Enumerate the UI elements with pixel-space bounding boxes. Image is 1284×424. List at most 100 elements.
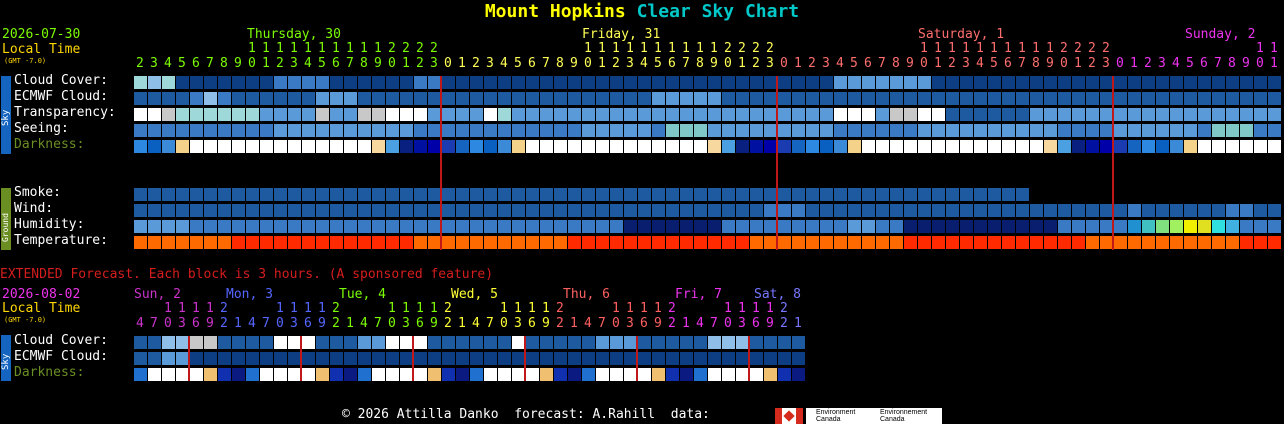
humidity-cell[interactable]: [400, 220, 413, 233]
humidity-cell[interactable]: [1240, 220, 1253, 233]
ecmwf-cloud-cell[interactable]: [988, 92, 1001, 105]
darkness-cell[interactable]: [610, 140, 623, 153]
darkness-cell[interactable]: [722, 140, 735, 153]
wind-cell[interactable]: [862, 204, 875, 217]
temperature-cell[interactable]: [372, 236, 385, 249]
cloud-cover-cell[interactable]: [904, 76, 917, 89]
cloud-cover-cell[interactable]: [1268, 76, 1281, 89]
darkness-cell[interactable]: [1016, 140, 1029, 153]
extended-cloud-cover-cell[interactable]: [442, 336, 455, 349]
smoke-cell[interactable]: [316, 188, 329, 201]
extended-ecmwf-cloud-cell[interactable]: [204, 352, 217, 365]
humidity-cell[interactable]: [1198, 220, 1211, 233]
smoke-cell[interactable]: [568, 188, 581, 201]
transparency-cell[interactable]: [484, 108, 497, 121]
seeing-cell[interactable]: [666, 124, 679, 137]
humidity-cell[interactable]: [1030, 220, 1043, 233]
seeing-cell[interactable]: [1128, 124, 1141, 137]
extended-darkness-cell[interactable]: [386, 368, 399, 381]
ecmwf-cloud-cell[interactable]: [1156, 92, 1169, 105]
cloud-cover-cell[interactable]: [470, 76, 483, 89]
transparency-cell[interactable]: [1002, 108, 1015, 121]
humidity-cell[interactable]: [1058, 220, 1071, 233]
humidity-cell[interactable]: [540, 220, 553, 233]
extended-cloud-cover-cell[interactable]: [750, 336, 763, 349]
temperature-cell[interactable]: [344, 236, 357, 249]
seeing-cell[interactable]: [176, 124, 189, 137]
seeing-cell[interactable]: [1142, 124, 1155, 137]
temperature-cell[interactable]: [246, 236, 259, 249]
ecmwf-cloud-cell[interactable]: [232, 92, 245, 105]
cloud-cover-cell[interactable]: [1058, 76, 1071, 89]
cloud-cover-cell[interactable]: [330, 76, 343, 89]
transparency-cell[interactable]: [1044, 108, 1057, 121]
humidity-cell[interactable]: [302, 220, 315, 233]
ecmwf-cloud-cell[interactable]: [652, 92, 665, 105]
humidity-cell[interactable]: [134, 220, 147, 233]
darkness-cell[interactable]: [316, 140, 329, 153]
extended-ecmwf-cloud-cell[interactable]: [386, 352, 399, 365]
extended-darkness-cell[interactable]: [568, 368, 581, 381]
transparency-cell[interactable]: [414, 108, 427, 121]
humidity-cell[interactable]: [1142, 220, 1155, 233]
extended-cloud-cover-cell[interactable]: [414, 336, 427, 349]
seeing-cell[interactable]: [540, 124, 553, 137]
temperature-cell[interactable]: [652, 236, 665, 249]
seeing-cell[interactable]: [526, 124, 539, 137]
seeing-cell[interactable]: [918, 124, 931, 137]
darkness-cell[interactable]: [1002, 140, 1015, 153]
humidity-cell[interactable]: [344, 220, 357, 233]
extended-ecmwf-cloud-cell[interactable]: [540, 352, 553, 365]
humidity-cell[interactable]: [162, 220, 175, 233]
temperature-cell[interactable]: [680, 236, 693, 249]
ecmwf-cloud-cell[interactable]: [176, 92, 189, 105]
wind-cell[interactable]: [260, 204, 273, 217]
extended-darkness-cell[interactable]: [610, 368, 623, 381]
smoke-cell[interactable]: [708, 188, 721, 201]
temperature-cell[interactable]: [988, 236, 1001, 249]
darkness-cell[interactable]: [1030, 140, 1043, 153]
darkness-cell[interactable]: [232, 140, 245, 153]
wind-cell[interactable]: [386, 204, 399, 217]
wind-cell[interactable]: [540, 204, 553, 217]
ecmwf-cloud-cell[interactable]: [750, 92, 763, 105]
cloud-cover-cell[interactable]: [918, 76, 931, 89]
temperature-cell[interactable]: [176, 236, 189, 249]
temperature-cell[interactable]: [778, 236, 791, 249]
wind-cell[interactable]: [1030, 204, 1043, 217]
cloud-cover-cell[interactable]: [582, 76, 595, 89]
seeing-cell[interactable]: [708, 124, 721, 137]
extended-darkness-cell[interactable]: [498, 368, 511, 381]
extended-darkness-cell[interactable]: [232, 368, 245, 381]
extended-ecmwf-cloud-cell[interactable]: [582, 352, 595, 365]
darkness-cell[interactable]: [820, 140, 833, 153]
cloud-cover-cell[interactable]: [400, 76, 413, 89]
temperature-cell[interactable]: [358, 236, 371, 249]
extended-cloud-cover-cell[interactable]: [162, 336, 175, 349]
humidity-cell[interactable]: [596, 220, 609, 233]
cloud-cover-cell[interactable]: [162, 76, 175, 89]
extended-cloud-cover-cell[interactable]: [540, 336, 553, 349]
cloud-cover-cell[interactable]: [372, 76, 385, 89]
smoke-cell[interactable]: [680, 188, 693, 201]
seeing-cell[interactable]: [960, 124, 973, 137]
cloud-cover-cell[interactable]: [1198, 76, 1211, 89]
humidity-cell[interactable]: [218, 220, 231, 233]
cloud-cover-cell[interactable]: [484, 76, 497, 89]
smoke-cell[interactable]: [890, 188, 903, 201]
darkness-cell[interactable]: [624, 140, 637, 153]
transparency-cell[interactable]: [932, 108, 945, 121]
cloud-cover-cell[interactable]: [624, 76, 637, 89]
ecmwf-cloud-cell[interactable]: [1198, 92, 1211, 105]
extended-cloud-cover-cell[interactable]: [764, 336, 777, 349]
temperature-cell[interactable]: [1212, 236, 1225, 249]
smoke-cell[interactable]: [484, 188, 497, 201]
humidity-cell[interactable]: [890, 220, 903, 233]
cloud-cover-cell[interactable]: [344, 76, 357, 89]
seeing-cell[interactable]: [260, 124, 273, 137]
extended-cloud-cover-cell[interactable]: [722, 336, 735, 349]
seeing-cell[interactable]: [624, 124, 637, 137]
wind-cell[interactable]: [484, 204, 497, 217]
extended-darkness-cell[interactable]: [372, 368, 385, 381]
transparency-cell[interactable]: [680, 108, 693, 121]
